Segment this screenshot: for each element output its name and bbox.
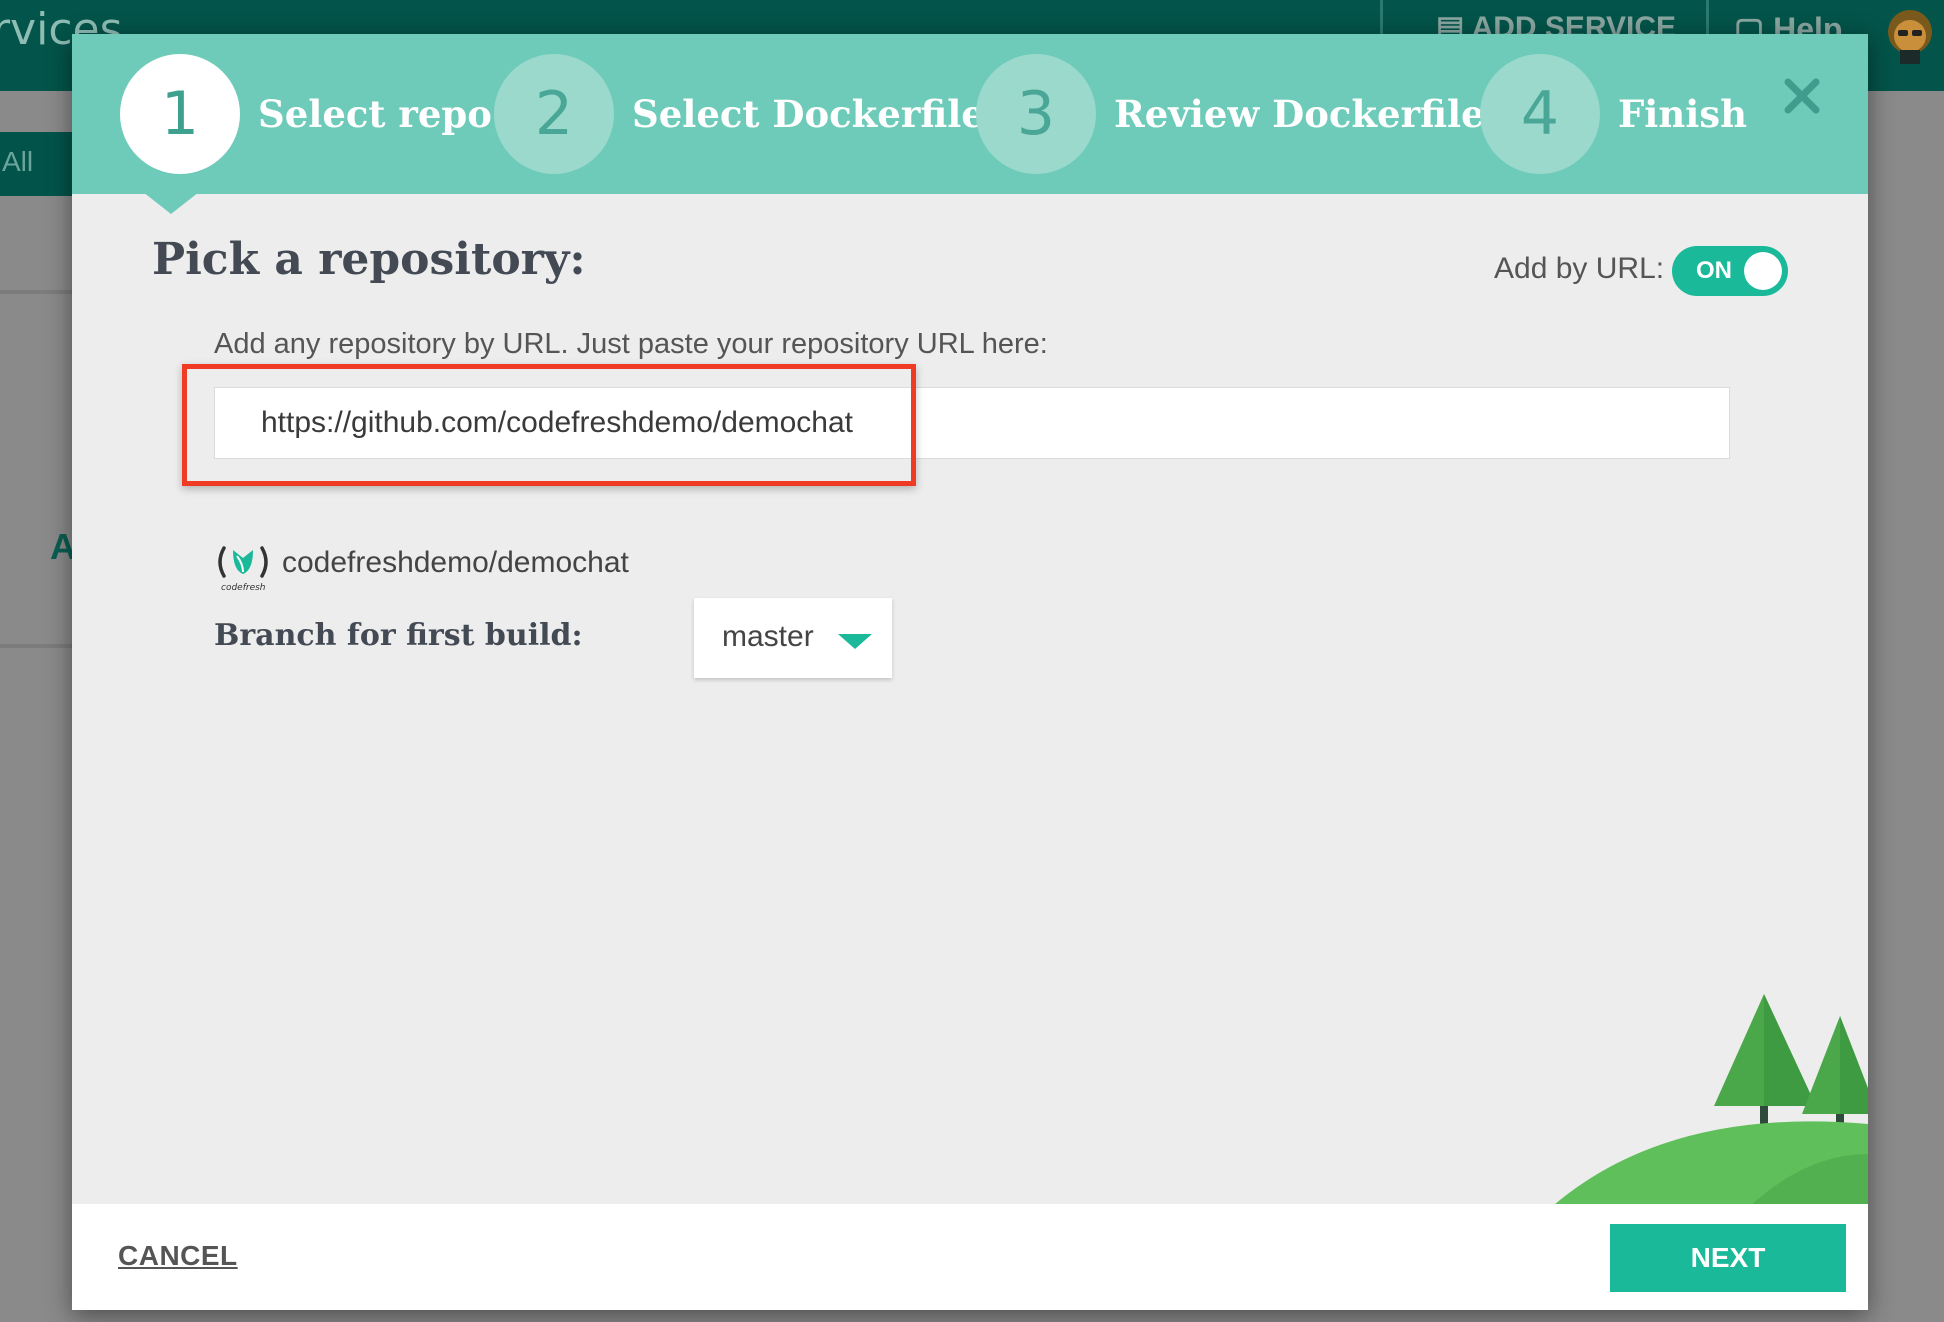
step-number: 3 xyxy=(976,54,1096,174)
add-service-modal: 1 Select repo 2 Select Dockerfile 3 Revi… xyxy=(72,34,1868,1310)
avatar[interactable] xyxy=(1882,4,1938,64)
wizard-steps-header: 1 Select repo 2 Select Dockerfile 3 Revi… xyxy=(72,34,1868,194)
divider xyxy=(0,644,72,648)
step-number: 1 xyxy=(120,54,240,174)
hill-trees-illustration xyxy=(1520,994,1868,1238)
close-icon[interactable] xyxy=(1780,74,1824,118)
step-label: Finish xyxy=(1618,92,1748,136)
wizard-step-1[interactable]: 1 Select repo xyxy=(120,54,492,174)
toggle-knob xyxy=(1744,252,1782,290)
repository-url-input[interactable]: https://github.com/codefreshdemo/democha… xyxy=(214,387,1730,459)
step-label: Select repo xyxy=(258,92,492,136)
repository-name: codefreshdemo/demochat xyxy=(282,546,629,579)
codefresh-logo-text: codefresh xyxy=(221,583,266,592)
branch-label: Branch for first build: xyxy=(214,618,583,653)
wizard-step-2[interactable]: 2 Select Dockerfile xyxy=(494,54,985,174)
divider xyxy=(0,290,72,294)
branch-selected-value: master xyxy=(722,620,814,653)
add-by-url-label: Add by URL: xyxy=(1494,252,1665,285)
step-number: 2 xyxy=(494,54,614,174)
modal-footer: CANCEL NEXT xyxy=(72,1204,1868,1310)
cancel-button[interactable]: CANCEL xyxy=(118,1240,238,1272)
page-title: Pick a repository: xyxy=(152,234,586,285)
active-step-pointer xyxy=(143,192,199,214)
wizard-step-4[interactable]: 4 Finish xyxy=(1480,54,1747,174)
wizard-step-3[interactable]: 3 Review Dockerfile xyxy=(976,54,1485,174)
chevron-down-icon xyxy=(838,634,872,649)
step-label: Select Dockerfile xyxy=(632,92,985,136)
add-by-url-toggle[interactable]: ON xyxy=(1672,246,1788,296)
codefresh-logo-icon: codefresh xyxy=(218,546,268,592)
url-hint-text: Add any repository by URL. Just paste yo… xyxy=(214,328,1048,360)
toggle-state-text: ON xyxy=(1696,257,1732,284)
filter-all-tab[interactable]: All xyxy=(0,132,72,196)
step-number: 4 xyxy=(1480,54,1600,174)
branch-select[interactable]: master xyxy=(694,598,892,678)
step-label: Review Dockerfile xyxy=(1114,92,1485,136)
next-button[interactable]: NEXT xyxy=(1610,1224,1846,1292)
